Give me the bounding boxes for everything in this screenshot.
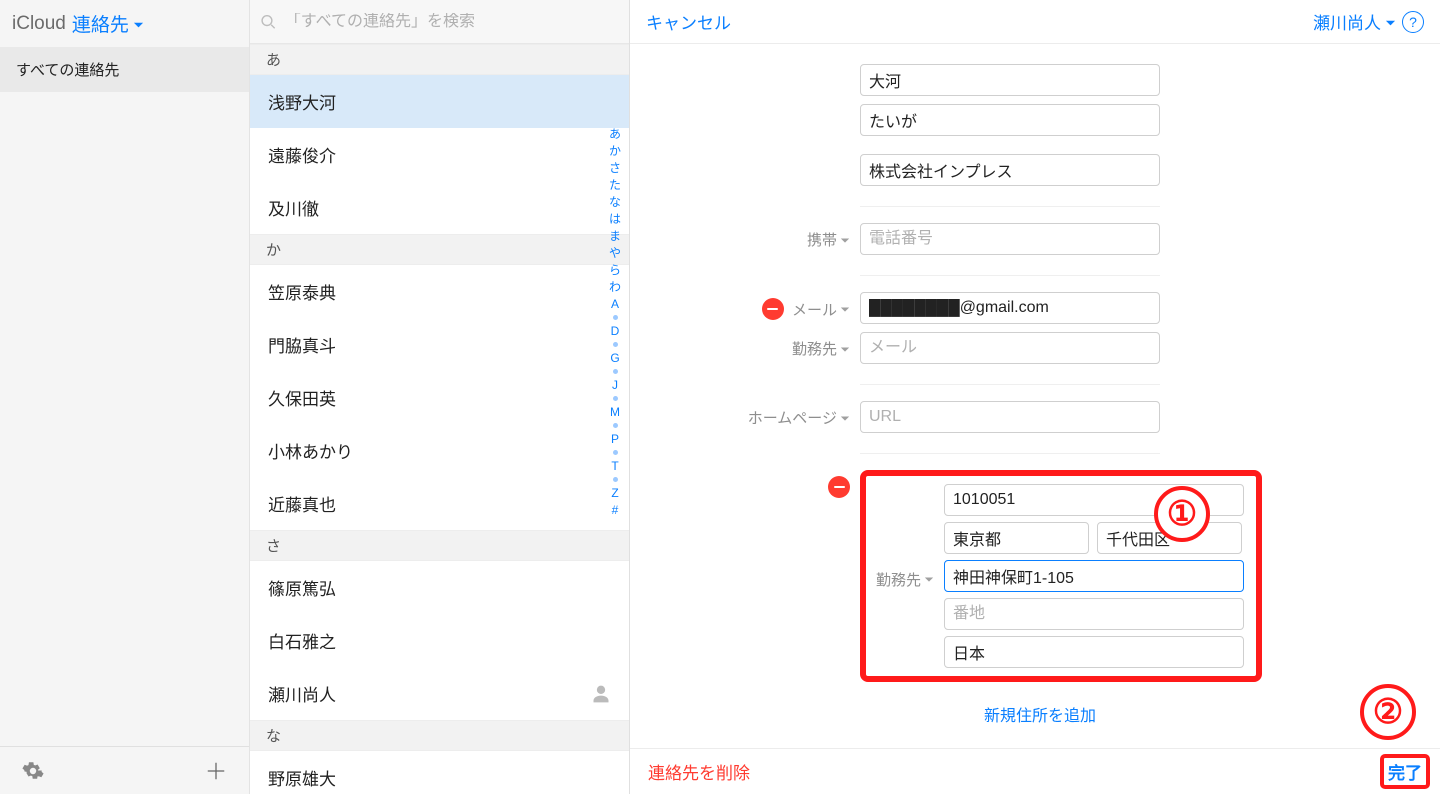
phonetic-input[interactable]: [860, 104, 1160, 136]
phone-label[interactable]: 携帯: [807, 229, 850, 250]
street-input[interactable]: [944, 560, 1244, 592]
chevron-down-icon: [133, 20, 144, 31]
app-name: iCloud: [12, 13, 66, 35]
contact-row[interactable]: 門脇真斗: [250, 318, 629, 371]
done-button[interactable]: 完了: [1388, 759, 1422, 784]
contacts-list[interactable]: あ浅野大河遠藤俊介及川徹か笠原泰典門脇真斗久保田英小林あかり近藤真也さ篠原篤弘白…: [250, 44, 629, 794]
contact-row[interactable]: 近藤真也: [250, 477, 629, 530]
contact-name: 野原雄大: [268, 765, 336, 790]
search-input[interactable]: [285, 13, 619, 31]
contact-name: 久保田英: [268, 385, 336, 410]
contact-row[interactable]: 及川徹: [250, 181, 629, 234]
sidebar: iCloud 連絡先 すべての連絡先: [0, 0, 250, 794]
url-input[interactable]: [860, 401, 1160, 433]
sidebar-item-all-contacts[interactable]: すべての連絡先: [0, 47, 249, 92]
contacts-column: あ浅野大河遠藤俊介及川徹か笠原泰典門脇真斗久保田英小林あかり近藤真也さ篠原篤弘白…: [250, 0, 630, 794]
section-header: あ: [250, 44, 629, 75]
annotation-badge-2: ②: [1360, 684, 1416, 740]
plus-icon[interactable]: [205, 760, 227, 782]
divider: [860, 453, 1160, 454]
contact-row[interactable]: 遠藤俊介: [250, 128, 629, 181]
contact-name: 門脇真斗: [268, 332, 336, 357]
contact-row[interactable]: 野原雄大: [250, 751, 629, 794]
contact-name: 瀬川尚人: [268, 681, 336, 706]
me-icon: [591, 684, 611, 704]
contact-row[interactable]: 小林あかり: [250, 424, 629, 477]
section-dropdown-label: 連絡先: [72, 10, 129, 37]
contact-name: 小林あかり: [268, 438, 353, 463]
edit-panel: キャンセル 瀬川尚人 ?: [630, 0, 1440, 794]
toolbar-right: 瀬川尚人 ?: [1313, 9, 1424, 34]
chevron-down-icon: [840, 305, 850, 315]
section-header: か: [250, 234, 629, 265]
contact-name: 浅野大河: [268, 89, 336, 114]
contact-row[interactable]: 笠原泰典: [250, 265, 629, 318]
contact-name: 篠原篤弘: [268, 575, 336, 600]
company-input[interactable]: [860, 154, 1160, 186]
country-input[interactable]: [944, 636, 1244, 668]
street2-input[interactable]: [944, 598, 1244, 630]
chevron-down-icon: [924, 575, 934, 585]
chevron-down-icon: [840, 414, 850, 424]
sidebar-footer: [0, 746, 249, 794]
email-input[interactable]: [860, 292, 1160, 324]
delete-address-button[interactable]: [828, 476, 850, 498]
contact-name: 遠藤俊介: [268, 142, 336, 167]
email-label[interactable]: メール: [792, 299, 850, 320]
delete-contact-button[interactable]: 連絡先を削除: [648, 759, 750, 784]
section-dropdown[interactable]: 連絡先: [72, 10, 144, 37]
phone-input[interactable]: [860, 223, 1160, 255]
contact-name: 及川徹: [268, 195, 319, 220]
contact-row[interactable]: 瀬川尚人: [250, 667, 629, 720]
section-header: さ: [250, 530, 629, 561]
contact-row[interactable]: 白石雅之: [250, 614, 629, 667]
work-email-label[interactable]: 勤務先: [792, 338, 850, 359]
chevron-down-icon: [840, 236, 850, 246]
search-icon: [260, 13, 277, 31]
panel-toolbar: キャンセル 瀬川尚人 ?: [630, 0, 1440, 44]
contact-row[interactable]: 久保田英: [250, 371, 629, 424]
first-name-input[interactable]: [860, 64, 1160, 96]
contact-row[interactable]: 浅野大河: [250, 75, 629, 128]
prefecture-input[interactable]: [944, 522, 1089, 554]
delete-email-button[interactable]: [762, 298, 784, 320]
contact-name: 笠原泰典: [268, 279, 336, 304]
done-wrap: 完了: [1388, 759, 1422, 784]
section-header: な: [250, 720, 629, 751]
sidebar-header: iCloud 連絡先: [0, 0, 249, 47]
chevron-down-icon: [1385, 18, 1396, 29]
divider: [860, 206, 1160, 207]
divider: [860, 275, 1160, 276]
gear-icon[interactable]: [22, 760, 44, 782]
work-email-input[interactable]: [860, 332, 1160, 364]
user-menu-label: 瀬川尚人: [1313, 9, 1381, 34]
user-menu[interactable]: 瀬川尚人: [1313, 9, 1396, 34]
help-icon[interactable]: ?: [1402, 11, 1424, 33]
homepage-label[interactable]: ホームページ: [748, 407, 850, 428]
panel-body: 携帯 メール: [630, 44, 1440, 794]
annotation-badge-1: ①: [1154, 486, 1210, 542]
panel-footer: 連絡先を削除 完了: [630, 748, 1440, 794]
cancel-button[interactable]: キャンセル: [646, 9, 731, 34]
address-label[interactable]: 勤務先: [876, 490, 934, 668]
add-address-link[interactable]: 新規住所を追加: [890, 702, 1190, 726]
spacer: [0, 92, 249, 746]
contact-name: 白石雅之: [268, 628, 336, 653]
search-bar: [250, 0, 629, 44]
divider: [860, 384, 1160, 385]
contact-name: 近藤真也: [268, 491, 336, 516]
contact-row[interactable]: 篠原篤弘: [250, 561, 629, 614]
chevron-down-icon: [840, 345, 850, 355]
